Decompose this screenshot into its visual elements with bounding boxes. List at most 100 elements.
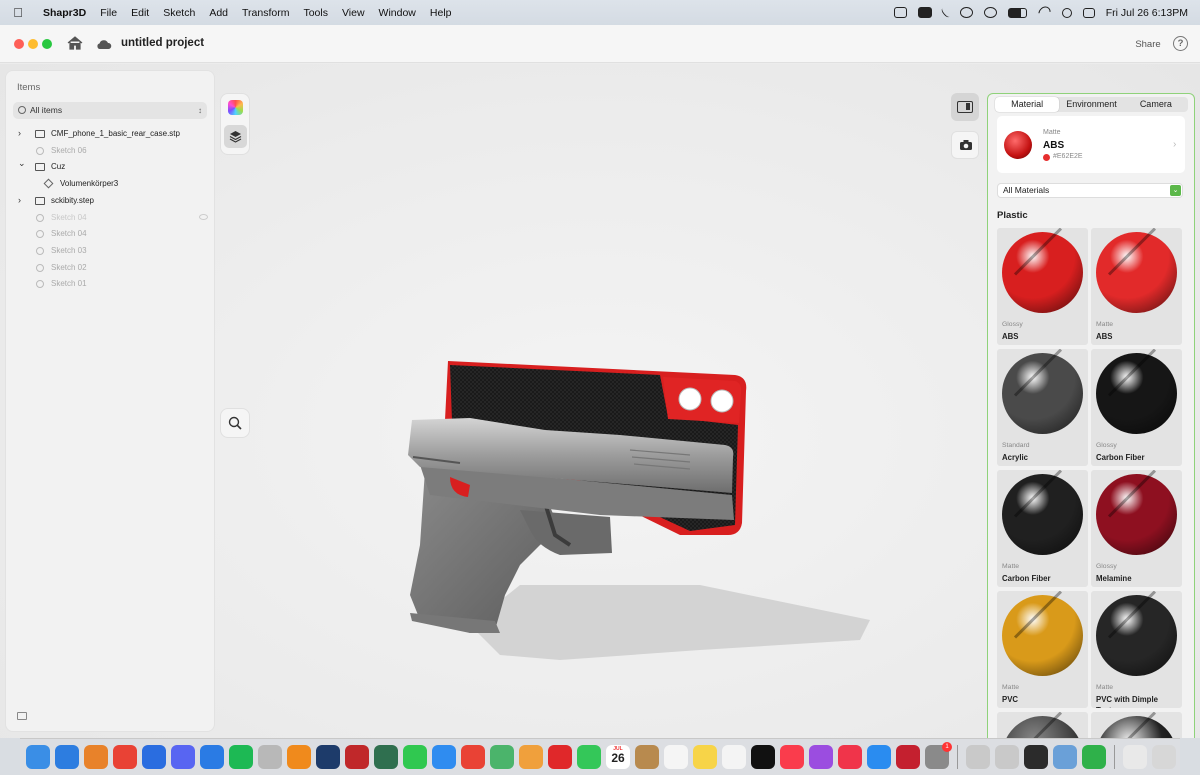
- menu-sketch[interactable]: Sketch: [156, 7, 202, 19]
- dock-blender-icon[interactable]: [84, 745, 108, 769]
- tab-camera[interactable]: Camera: [1124, 97, 1188, 112]
- tree-item-sketch-02[interactable]: Sketch 02: [13, 260, 209, 275]
- dock-autocad-icon[interactable]: [896, 745, 920, 769]
- materials-filter-select[interactable]: All Materials ⌄: [997, 183, 1183, 198]
- tree-item-sketch-04[interactable]: Sketch 04: [13, 226, 209, 241]
- dock-facetime-icon[interactable]: [577, 745, 601, 769]
- menu-app-name[interactable]: Shapr3D: [36, 7, 93, 19]
- dock-mail-icon[interactable]: [432, 745, 456, 769]
- battery-icon[interactable]: [1007, 7, 1027, 18]
- dock-c-app-icon[interactable]: [200, 745, 224, 769]
- current-material-card[interactable]: Matte ABS #E62E2E ›: [997, 116, 1185, 173]
- close-window-button[interactable]: [14, 39, 24, 49]
- screenshot-camera-button[interactable]: [951, 131, 979, 159]
- tree-item-sketch-03[interactable]: Sketch 03: [13, 243, 209, 258]
- disclosure-arrow-icon[interactable]: ⌄: [18, 156, 26, 171]
- dock-spotify-icon[interactable]: [229, 745, 253, 769]
- menu-window[interactable]: Window: [372, 7, 423, 19]
- menu-clock[interactable]: Fri Jul 26 6:13PM: [1106, 7, 1188, 19]
- project-title[interactable]: untitled project: [121, 37, 204, 49]
- dock-photos-icon[interactable]: [519, 745, 543, 769]
- wifi-icon[interactable]: [1035, 4, 1053, 21]
- new-folder-icon[interactable]: [17, 712, 27, 720]
- menu-add[interactable]: Add: [202, 7, 235, 19]
- tree-item-cuz[interactable]: ⌄ Cuz: [13, 156, 209, 174]
- color-dot[interactable]: [1043, 154, 1050, 161]
- dock-discord-icon[interactable]: [171, 745, 195, 769]
- dock-quicktime-icon[interactable]: [1024, 745, 1048, 769]
- dock-vpn-icon[interactable]: [142, 745, 166, 769]
- current-material-hex[interactable]: #E62E2E: [1053, 153, 1083, 160]
- share-button[interactable]: Share: [1131, 36, 1165, 53]
- dock-safari-icon[interactable]: [55, 745, 79, 769]
- help-button[interactable]: ?: [1173, 36, 1188, 51]
- appearance-color-icon[interactable]: [228, 100, 243, 115]
- dock-frame-icon[interactable]: [316, 745, 340, 769]
- material-tile-standard-acrylic[interactable]: Standard Acrylic: [997, 349, 1088, 466]
- play-icon[interactable]: [959, 7, 973, 18]
- cloud-sync-icon[interactable]: [96, 38, 112, 50]
- dock-brown-app-icon[interactable]: [635, 745, 659, 769]
- dock-unknown-1-icon[interactable]: [966, 745, 990, 769]
- menu-transform[interactable]: Transform: [235, 7, 296, 19]
- dock-messages-icon[interactable]: [403, 745, 427, 769]
- tree-item-sketch-01[interactable]: Sketch 01: [13, 276, 209, 291]
- dock-appstore-icon[interactable]: [867, 745, 891, 769]
- dock-music-icon[interactable]: [780, 745, 804, 769]
- layers-button[interactable]: [224, 125, 247, 148]
- tree-item-volumenkorper3[interactable]: Volumenkörper3: [13, 176, 209, 191]
- material-tile-matte-abs[interactable]: Matte ABS: [1091, 228, 1182, 345]
- spotlight-icon[interactable]: [1061, 7, 1072, 18]
- dock-news-icon[interactable]: [838, 745, 862, 769]
- material-tile-partial[interactable]: [1091, 712, 1182, 738]
- material-tile-partial[interactable]: [997, 712, 1088, 738]
- disclosure-arrow-icon[interactable]: ›: [18, 126, 21, 141]
- material-tile-glossy-melamine[interactable]: Glossy Melamine: [1091, 470, 1182, 587]
- items-filter-select[interactable]: All items ↕: [13, 102, 207, 119]
- dock-fusion-icon[interactable]: [287, 745, 311, 769]
- search-button[interactable]: [220, 408, 250, 438]
- menu-tools[interactable]: Tools: [296, 7, 335, 19]
- control-center-icon[interactable]: [1082, 7, 1095, 18]
- material-tile-glossy-abs[interactable]: Glossy ABS: [997, 228, 1088, 345]
- dock-reminders-icon[interactable]: [664, 745, 688, 769]
- menu-help[interactable]: Help: [423, 7, 459, 19]
- dock-finder-icon[interactable]: [26, 745, 50, 769]
- dock-unknown-2-icon[interactable]: [995, 745, 1019, 769]
- dock-script-icon[interactable]: [374, 745, 398, 769]
- minimize-window-button[interactable]: [28, 39, 38, 49]
- fullscreen-window-button[interactable]: [42, 39, 52, 49]
- tree-item-sketch-06[interactable]: Sketch 06: [13, 143, 209, 158]
- tab-material[interactable]: Material: [995, 97, 1060, 112]
- disclosure-arrow-icon[interactable]: ›: [18, 193, 21, 208]
- dock-tv-icon[interactable]: [751, 745, 775, 769]
- tab-environment[interactable]: Environment: [1059, 97, 1123, 112]
- dock-trash-icon[interactable]: [1152, 745, 1176, 769]
- dock-podcasts-icon[interactable]: [809, 745, 833, 769]
- dock-roblox-icon[interactable]: [258, 745, 282, 769]
- material-tile-matte-pvc-dimple[interactable]: Matte PVC with Dimple Texture: [1091, 591, 1182, 708]
- dock-calendar-icon[interactable]: 26: [606, 745, 630, 769]
- dock-settings-icon[interactable]: 1: [925, 742, 952, 769]
- panel-toggle-button[interactable]: [951, 93, 979, 121]
- dock-notes-icon[interactable]: [693, 745, 717, 769]
- dock-numbers-icon[interactable]: [1082, 745, 1106, 769]
- material-tile-glossy-carbon-fiber[interactable]: Glossy Carbon Fiber: [1091, 349, 1182, 466]
- dock-chrome-icon[interactable]: [113, 745, 137, 769]
- slash-icon[interactable]: [939, 6, 952, 19]
- material-tile-matte-carbon-fiber[interactable]: Matte Carbon Fiber: [997, 470, 1088, 587]
- apple-icon[interactable]: : [0, 5, 36, 20]
- dock-maps-icon[interactable]: [490, 745, 514, 769]
- status-app-icon[interactable]: [893, 7, 907, 18]
- material-tile-matte-pvc[interactable]: Matte PVC: [997, 591, 1088, 708]
- dock-stamp-icon[interactable]: [548, 745, 572, 769]
- dock-folder-icon[interactable]: [1123, 745, 1147, 769]
- menu-view[interactable]: View: [335, 7, 372, 19]
- tree-item-cmf-phone-case[interactable]: › CMF_phone_1_basic_rear_case.stp: [13, 126, 209, 141]
- dock-freeform-icon[interactable]: [722, 745, 746, 769]
- dock-preview-icon[interactable]: [1053, 745, 1077, 769]
- menu-edit[interactable]: Edit: [124, 7, 156, 19]
- dock-f-gear-icon[interactable]: [345, 745, 369, 769]
- visibility-eye-icon[interactable]: [199, 214, 208, 220]
- home-icon[interactable]: [67, 36, 83, 50]
